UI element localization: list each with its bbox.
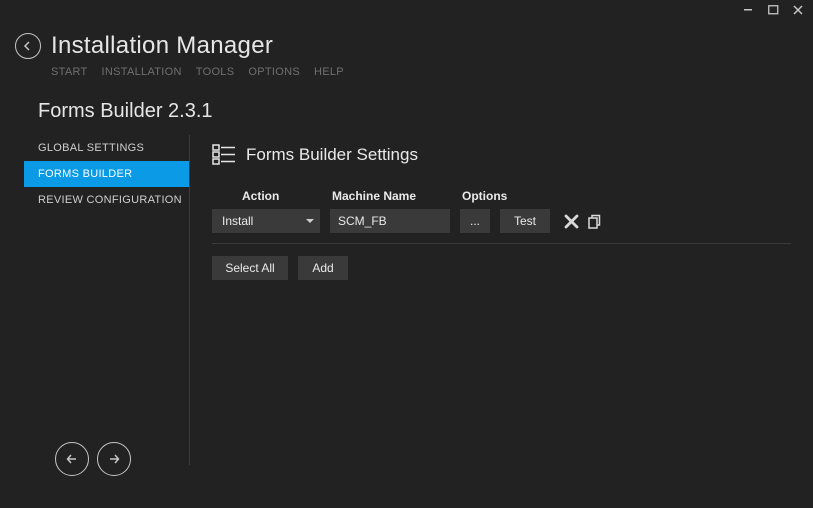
close-button[interactable] — [793, 5, 803, 15]
menu-item-options[interactable]: OPTIONS — [248, 66, 300, 78]
menu-item-help[interactable]: HELP — [314, 66, 344, 78]
add-button[interactable]: Add — [298, 256, 348, 280]
prev-button[interactable] — [55, 442, 89, 476]
separator — [212, 243, 791, 244]
delete-icon[interactable] — [564, 214, 579, 229]
maximize-button[interactable] — [768, 5, 779, 16]
sidebar-item-forms-builder[interactable]: FORMS BUILDER — [24, 161, 189, 187]
minimize-button[interactable] — [744, 5, 754, 15]
col-header-options: Options — [462, 189, 532, 203]
page-subtitle: Forms Builder 2.3.1 — [0, 78, 813, 135]
menu-item-start[interactable]: START — [51, 66, 88, 78]
nav-buttons — [55, 442, 131, 476]
action-dropdown[interactable]: Install — [212, 209, 320, 233]
col-header-machine: Machine Name — [332, 189, 462, 203]
options-ellipsis-button[interactable]: ... — [460, 209, 490, 233]
test-button[interactable]: Test — [500, 209, 550, 233]
panel-header: Forms Builder Settings — [212, 143, 791, 167]
chevron-down-icon — [306, 219, 314, 223]
sidebar: GLOBAL SETTINGS FORMS BUILDER REVIEW CON… — [0, 135, 189, 465]
column-headers: Action Machine Name Options — [212, 189, 791, 203]
top-menu: START INSTALLATION TOOLS OPTIONS HELP — [0, 60, 813, 78]
action-dropdown-value: Install — [222, 214, 253, 228]
action-buttons-row: Select All Add — [212, 256, 791, 280]
menu-item-tools[interactable]: TOOLS — [196, 66, 235, 78]
copy-icon[interactable] — [587, 214, 602, 229]
header: Installation Manager — [0, 20, 813, 60]
next-button[interactable] — [97, 442, 131, 476]
menu-item-installation[interactable]: INSTALLATION — [102, 66, 182, 78]
col-header-action: Action — [212, 189, 332, 203]
body: GLOBAL SETTINGS FORMS BUILDER REVIEW CON… — [0, 135, 813, 465]
panel-title: Forms Builder Settings — [246, 145, 418, 165]
app-title: Installation Manager — [51, 32, 273, 60]
main-panel: Forms Builder Settings Action Machine Na… — [190, 135, 813, 465]
sidebar-item-global-settings[interactable]: GLOBAL SETTINGS — [24, 135, 189, 161]
title-bar — [0, 0, 813, 20]
machine-name-input[interactable] — [330, 209, 450, 233]
select-all-button[interactable]: Select All — [212, 256, 288, 280]
config-row: Install ... Test — [212, 209, 791, 233]
back-button[interactable] — [15, 33, 41, 59]
sidebar-item-review-configuration[interactable]: REVIEW CONFIGURATION — [24, 187, 189, 213]
settings-list-icon — [212, 143, 236, 167]
